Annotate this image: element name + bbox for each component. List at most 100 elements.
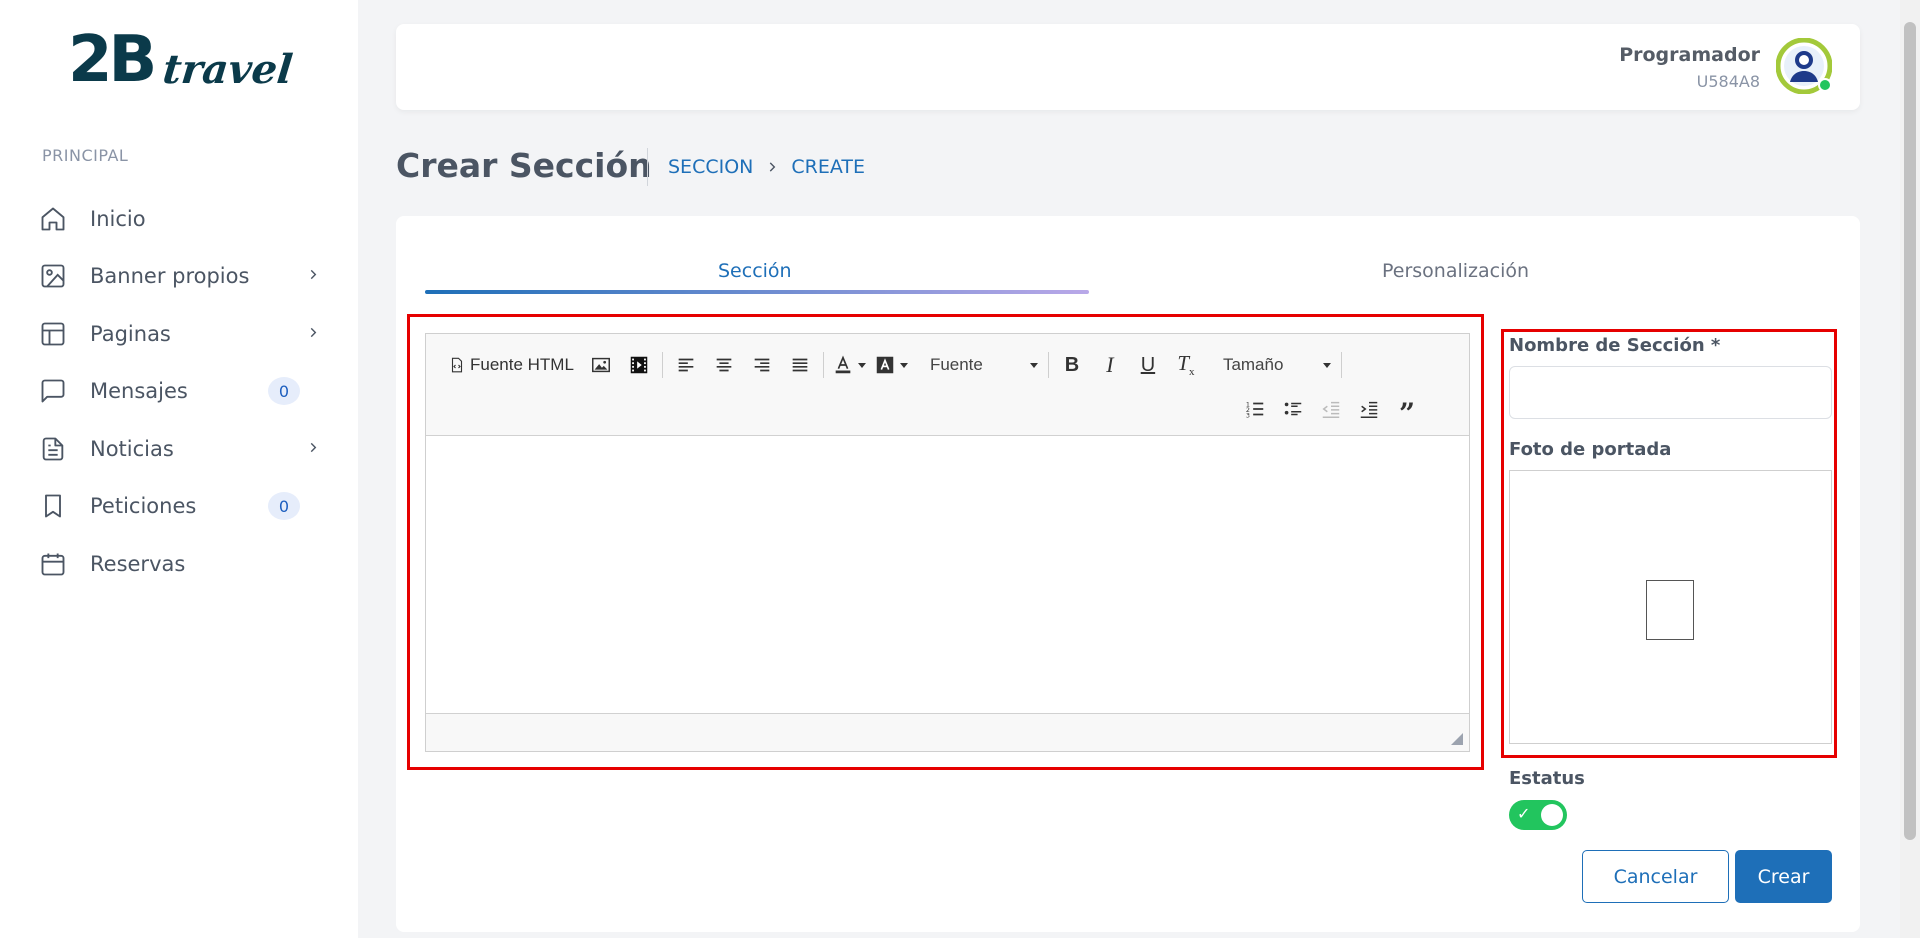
source-html-button[interactable]: Fuente HTML bbox=[448, 351, 574, 379]
sidebar-item-label: Peticiones bbox=[90, 494, 197, 519]
clear-format-icon: Tx bbox=[1177, 351, 1195, 379]
align-center-icon bbox=[716, 358, 732, 372]
sidebar-item-label: Noticias bbox=[90, 436, 174, 461]
top-bar: Programador U584A8 bbox=[396, 24, 1860, 110]
caret-down-icon bbox=[899, 362, 908, 368]
toggle-knob bbox=[1541, 804, 1563, 826]
quote-icon: ” bbox=[1398, 397, 1416, 430]
italic-icon: I bbox=[1106, 352, 1114, 377]
bold-icon: B bbox=[1064, 353, 1080, 376]
toolbar-separator bbox=[822, 352, 824, 378]
insert-video-button[interactable] bbox=[624, 351, 654, 379]
editor-status-bar bbox=[426, 713, 1469, 751]
source-code-icon bbox=[451, 357, 463, 373]
message-icon bbox=[38, 376, 68, 406]
sidebar-section-label: PRINCIPAL bbox=[42, 146, 129, 165]
align-justify-button[interactable] bbox=[785, 351, 815, 379]
user-name[interactable]: Programador bbox=[1619, 44, 1760, 66]
count-badge: 0 bbox=[268, 492, 300, 521]
tab-seccion[interactable]: Sección bbox=[718, 260, 792, 282]
numbered-list-button[interactable]: 123 bbox=[1240, 395, 1270, 423]
bold-button[interactable]: B bbox=[1057, 351, 1087, 379]
increase-indent-button[interactable] bbox=[1354, 395, 1384, 423]
text-color-icon bbox=[835, 355, 851, 374]
scrollbar-thumb[interactable] bbox=[1904, 22, 1916, 840]
calendar-icon bbox=[38, 549, 68, 579]
header-divider bbox=[647, 148, 648, 186]
align-right-icon bbox=[754, 358, 770, 372]
sidebar: 2B travel PRINCIPAL Inicio Banner propio… bbox=[0, 0, 358, 938]
image-placeholder-icon bbox=[1646, 580, 1694, 640]
sidebar-item-peticiones[interactable]: Peticiones 0 bbox=[38, 478, 338, 536]
sidebar-item-paginas[interactable]: Paginas bbox=[38, 305, 338, 363]
sidebar-item-label: Reservas bbox=[90, 551, 186, 576]
toolbar-separator bbox=[661, 352, 663, 378]
breadcrumb-item-create[interactable]: CREATE bbox=[791, 156, 865, 178]
outdent-icon bbox=[1322, 401, 1340, 418]
sidebar-item-mensajes[interactable]: Mensajes 0 bbox=[38, 363, 338, 421]
background-color-button[interactable] bbox=[874, 351, 908, 379]
sidebar-item-label: Inicio bbox=[90, 206, 146, 231]
chevron-right-icon bbox=[765, 160, 779, 174]
underline-button[interactable]: U bbox=[1133, 351, 1163, 379]
editor-content-area[interactable] bbox=[426, 436, 1469, 711]
insert-image-button[interactable] bbox=[586, 351, 616, 379]
background-color-icon bbox=[876, 356, 894, 374]
cover-photo-label: Foto de portada bbox=[1509, 439, 1672, 460]
logo-sub: travel bbox=[160, 46, 296, 93]
status-label: Estatus bbox=[1509, 768, 1585, 789]
document-icon bbox=[38, 434, 68, 464]
form-card: Sección Personalización Fuente HTML Fuen… bbox=[396, 216, 1860, 932]
sidebar-item-reservas[interactable]: Reservas bbox=[38, 535, 338, 593]
logo[interactable]: 2B travel bbox=[68, 23, 296, 97]
cancel-button[interactable]: Cancelar bbox=[1582, 850, 1729, 903]
align-center-button[interactable] bbox=[709, 351, 739, 379]
caret-down-icon bbox=[857, 362, 866, 368]
text-color-button[interactable] bbox=[832, 351, 866, 379]
sidebar-nav: Inicio Banner propios Paginas Mensajes 0… bbox=[38, 190, 338, 593]
sidebar-item-label: Mensajes bbox=[90, 379, 188, 404]
indent-icon bbox=[1360, 401, 1378, 418]
tab-personalizacion[interactable]: Personalización bbox=[1382, 260, 1529, 282]
caret-down-icon bbox=[1029, 362, 1038, 368]
logo-main: 2B bbox=[68, 23, 157, 97]
create-button[interactable]: Crear bbox=[1735, 850, 1832, 903]
user-code: U584A8 bbox=[1696, 72, 1760, 91]
italic-button[interactable]: I bbox=[1095, 351, 1125, 379]
editor-toolbar: Fuente HTML Fuente B I U Tx Tamaño 1 2 3… bbox=[426, 334, 1469, 436]
page-scrollbar[interactable] bbox=[1900, 0, 1920, 938]
bulleted-list-button[interactable] bbox=[1278, 395, 1308, 423]
sidebar-item-noticias[interactable]: Noticias bbox=[38, 420, 338, 478]
clear-format-button[interactable]: Tx bbox=[1171, 351, 1201, 379]
align-left-button[interactable] bbox=[671, 351, 701, 379]
rich-text-editor: Fuente HTML Fuente B I U Tx Tamaño 1 2 3… bbox=[425, 333, 1470, 752]
align-right-button[interactable] bbox=[747, 351, 777, 379]
check-icon: ✓ bbox=[1517, 804, 1531, 823]
font-family-select[interactable]: Fuente bbox=[924, 351, 1044, 379]
breadcrumb: SECCION CREATE bbox=[668, 156, 865, 178]
video-icon bbox=[630, 356, 648, 374]
blockquote-button[interactable]: ” bbox=[1392, 395, 1422, 428]
section-name-input[interactable] bbox=[1509, 366, 1832, 419]
image-icon bbox=[591, 357, 610, 373]
online-status-dot bbox=[1818, 78, 1832, 92]
align-justify-icon bbox=[792, 358, 808, 372]
home-icon bbox=[38, 204, 68, 234]
decrease-indent-button[interactable] bbox=[1316, 395, 1346, 423]
cover-photo-upload[interactable] bbox=[1509, 470, 1832, 744]
sidebar-item-banner-propios[interactable]: Banner propios bbox=[38, 248, 338, 306]
resize-handle-icon[interactable] bbox=[1451, 733, 1463, 745]
font-size-select[interactable]: Tamaño bbox=[1217, 351, 1337, 379]
breadcrumb-item-seccion[interactable]: SECCION bbox=[668, 156, 753, 178]
sidebar-item-label: Banner propios bbox=[90, 264, 250, 289]
count-badge: 0 bbox=[268, 377, 300, 406]
chevron-right-icon bbox=[306, 267, 320, 286]
avatar[interactable] bbox=[1775, 37, 1833, 95]
toolbar-separator bbox=[1340, 352, 1342, 378]
layout-icon bbox=[38, 319, 68, 349]
active-tab-indicator bbox=[425, 290, 1089, 294]
sidebar-item-inicio[interactable]: Inicio bbox=[38, 190, 338, 248]
status-toggle[interactable]: ✓ bbox=[1509, 800, 1567, 830]
numbered-list-icon: 123 bbox=[1246, 400, 1264, 419]
underline-icon: U bbox=[1140, 353, 1156, 376]
